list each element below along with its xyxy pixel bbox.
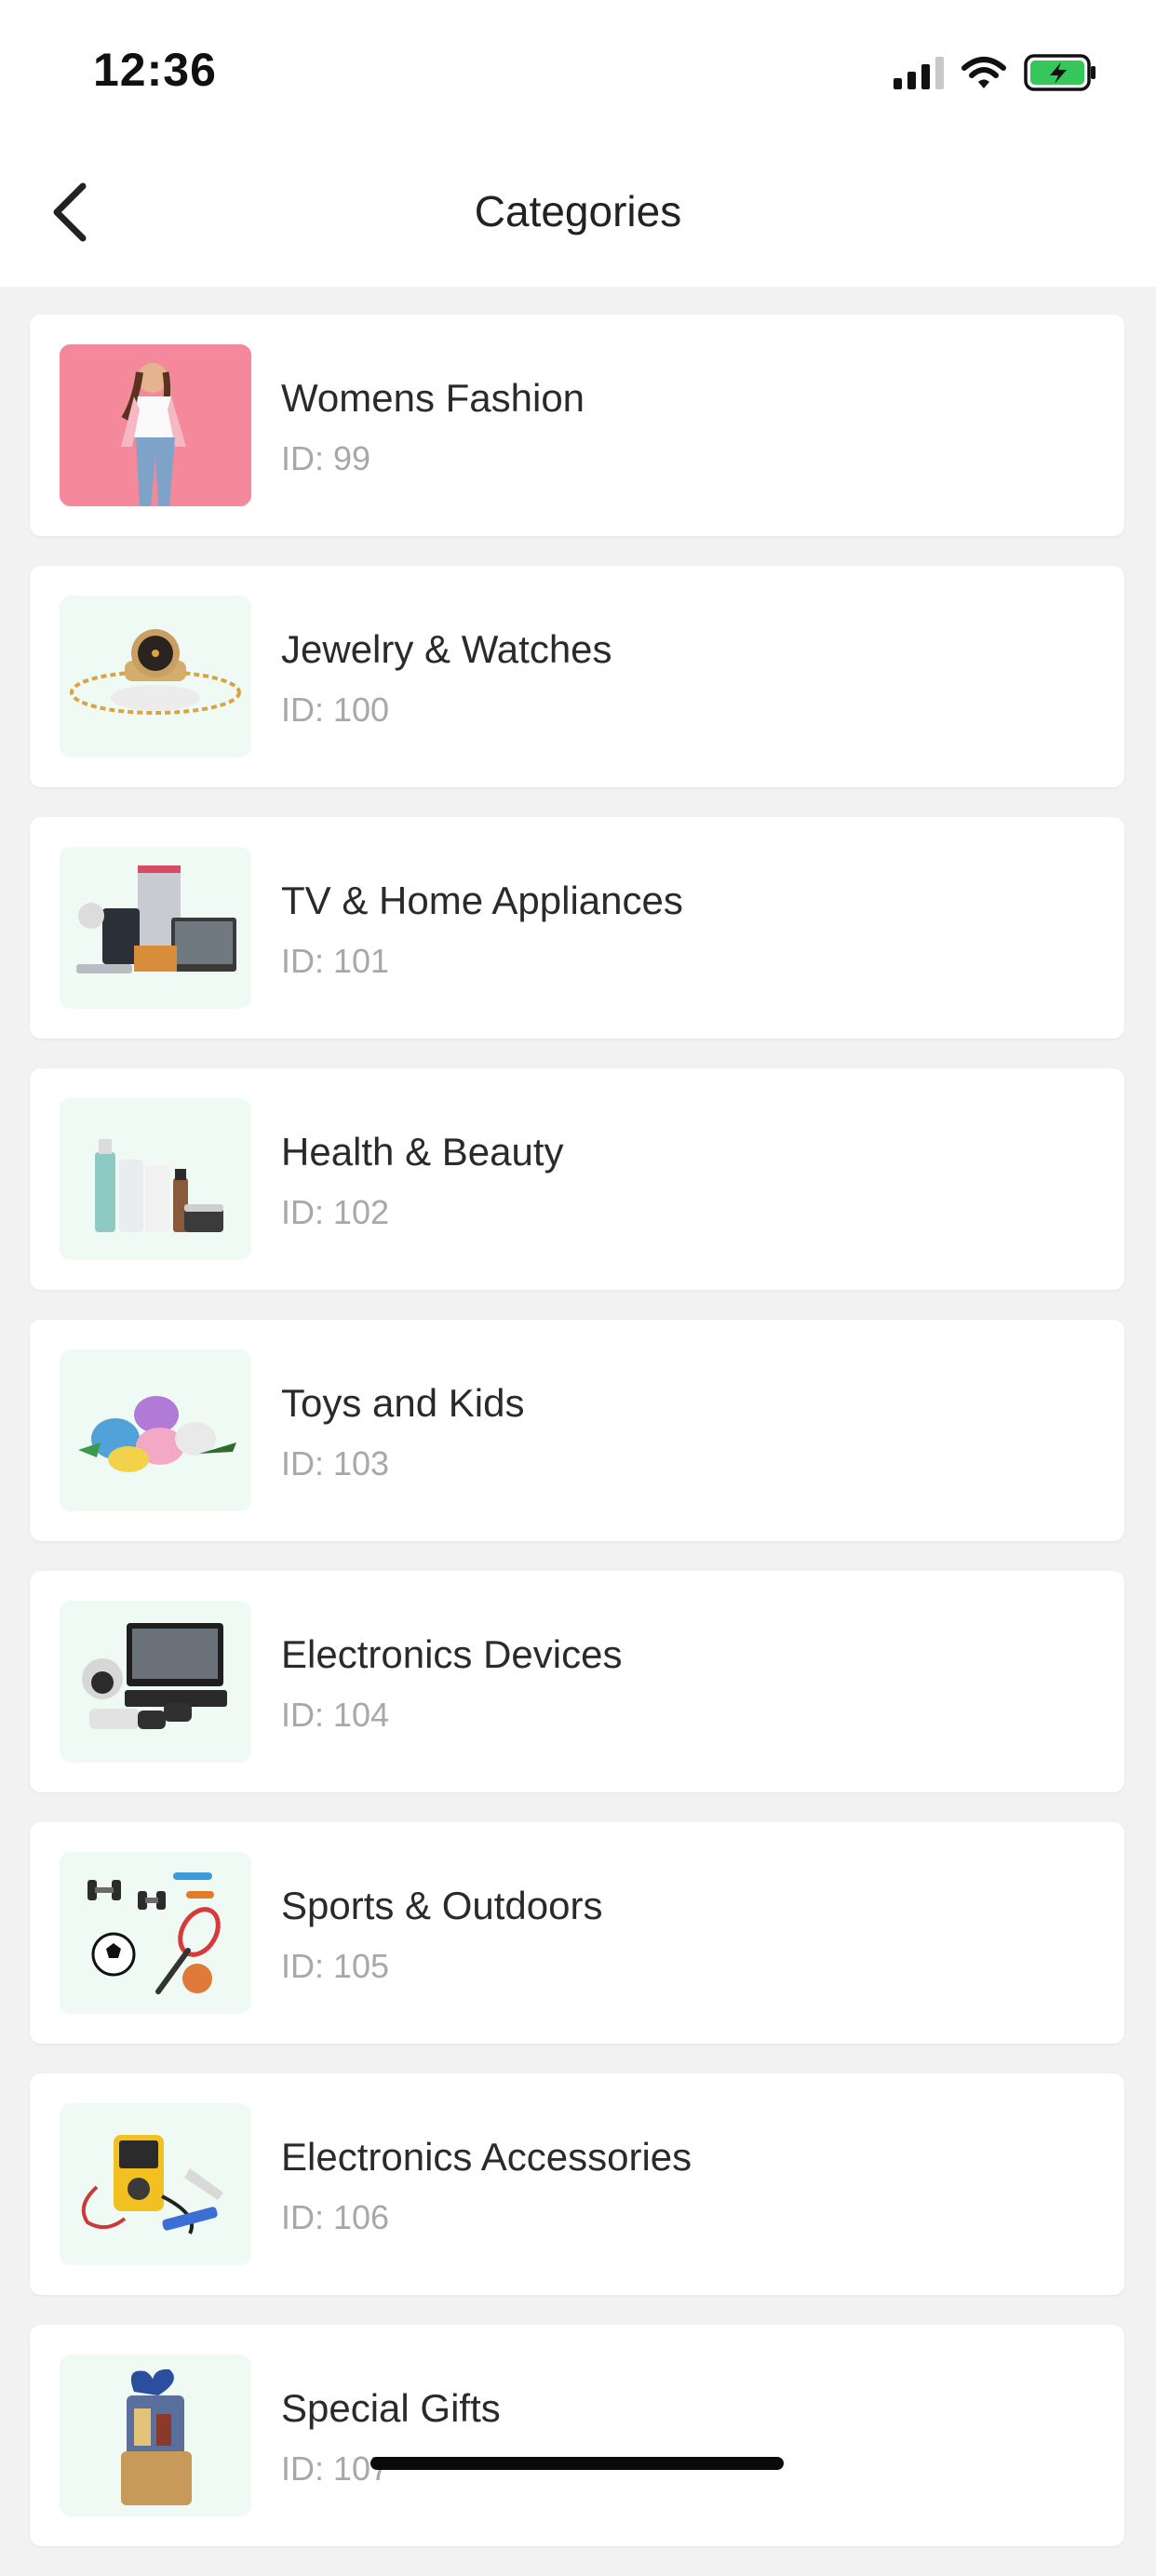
category-thumbnail [60, 596, 251, 758]
category-name: Health & Beauty [281, 1130, 564, 1174]
category-thumbnail [60, 847, 251, 1009]
category-name: Electronics Accessories [281, 2135, 692, 2179]
category-name: TV & Home Appliances [281, 879, 683, 922]
category-thumbnail [60, 344, 251, 506]
category-id: ID: 105 [281, 1947, 390, 1985]
category-id: ID: 100 [281, 691, 390, 729]
category-name: Jewelry & Watches [281, 627, 612, 671]
category-thumbnail [60, 1349, 251, 1511]
status-time: 12:36 [93, 44, 217, 96]
battery-charging-icon [1024, 54, 1096, 91]
watch-and-necklace-icon [70, 629, 241, 715]
category-card-tv-home-appliances[interactable]: TV & Home Appliances ID: 101 [30, 817, 1124, 1039]
category-name: Special Gifts [281, 2386, 501, 2430]
category-name: Toys and Kids [281, 1381, 525, 1425]
category-thumbnail [60, 2355, 251, 2516]
status-bar: 12:36 [0, 0, 1156, 140]
navigation-bar: Categories [0, 140, 1156, 287]
category-card-womens-fashion[interactable]: Womens Fashion ID: 99 [30, 315, 1124, 536]
category-thumbnail [60, 1601, 251, 1763]
home-indicator[interactable] [370, 2457, 784, 2470]
multimeter-tools-icon [81, 2135, 223, 2234]
category-id: ID: 102 [281, 1193, 390, 1231]
appliances-icon [76, 865, 236, 973]
plush-toys-icon [78, 1396, 236, 1472]
category-thumbnail [60, 2103, 251, 2265]
category-id: ID: 99 [281, 439, 371, 477]
cellular-signal-icon [894, 56, 944, 89]
category-name: Womens Fashion [281, 376, 585, 420]
category-name: Sports & Outdoors [281, 1884, 603, 1927]
wifi-icon [961, 57, 1006, 88]
category-id: ID: 104 [281, 1696, 390, 1734]
category-card-health-beauty[interactable]: Health & Beauty ID: 102 [30, 1068, 1124, 1290]
woman-fashion-icon [60, 344, 251, 506]
page-title: Categories [474, 187, 682, 235]
category-card-sports-outdoors[interactable]: Sports & Outdoors ID: 105 [30, 1822, 1124, 2044]
category-list: Womens Fashion ID: 99 Jewelry & Watches … [30, 315, 1124, 2576]
category-id: ID: 103 [281, 1444, 390, 1483]
category-id: ID: 106 [281, 2198, 390, 2236]
status-icons [894, 50, 1098, 95]
gift-basket-icon [121, 2368, 192, 2505]
category-card-toys-kids[interactable]: Toys and Kids ID: 103 [30, 1320, 1124, 1541]
category-name: Electronics Devices [281, 1632, 623, 1676]
category-card-special-gifts[interactable]: Special Gifts ID: 107 [30, 2325, 1124, 2546]
category-thumbnail [60, 1098, 251, 1260]
sports-gear-icon [87, 1872, 221, 1994]
category-thumbnail [60, 1852, 251, 2014]
cosmetic-bottles-icon [95, 1139, 223, 1232]
category-card-electronics-devices[interactable]: Electronics Devices ID: 104 [30, 1571, 1124, 1792]
category-card-electronics-accessories[interactable]: Electronics Accessories ID: 106 [30, 2073, 1124, 2295]
cctv-cameras-icon [82, 1623, 227, 1729]
category-id: ID: 101 [281, 942, 390, 980]
category-card-jewelry-watches[interactable]: Jewelry & Watches ID: 100 [30, 566, 1124, 787]
